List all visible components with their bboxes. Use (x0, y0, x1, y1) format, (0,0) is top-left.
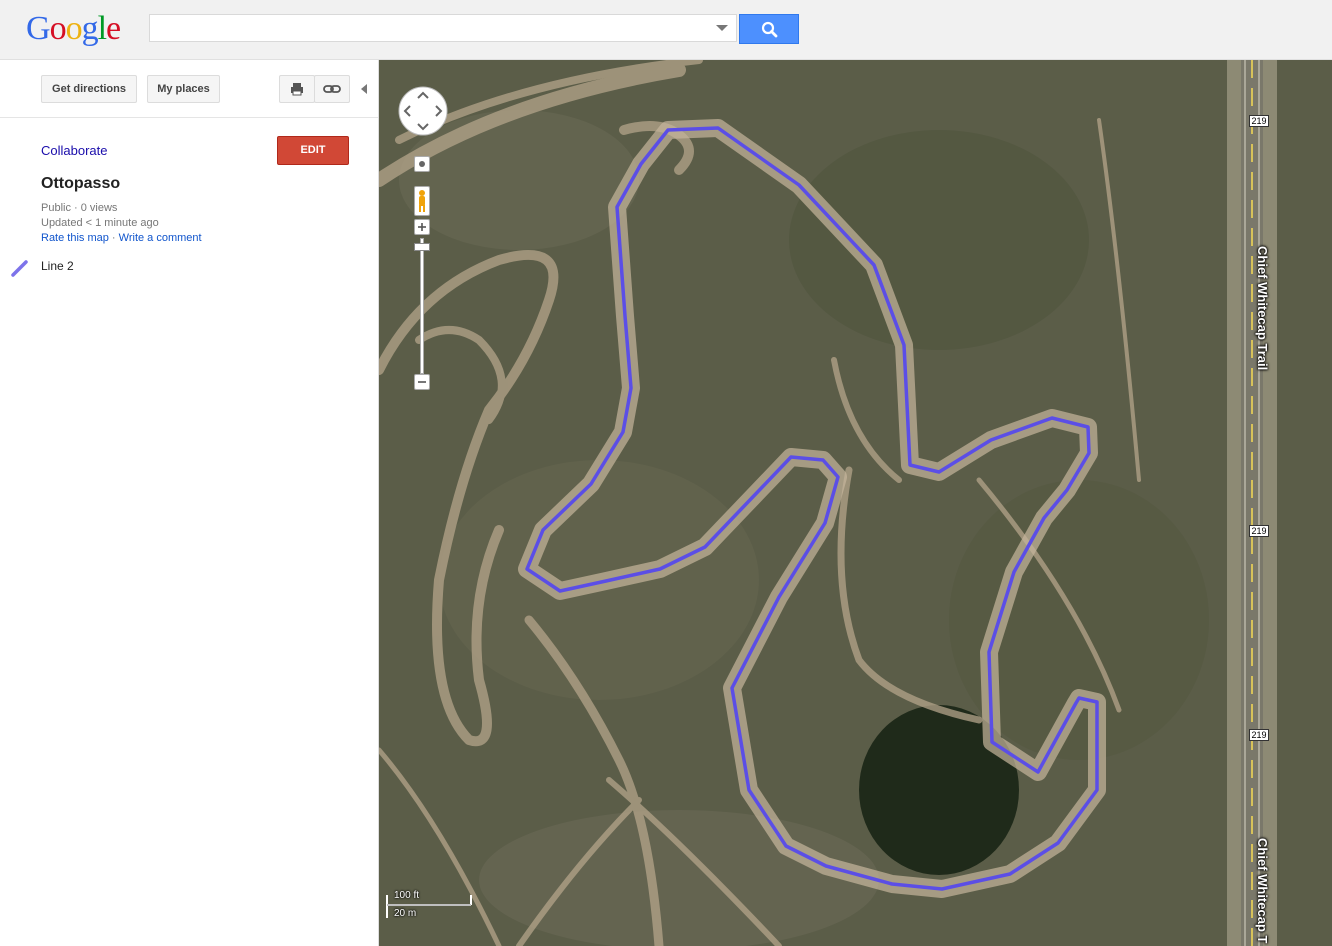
rate-map-link[interactable]: Rate this map (41, 232, 109, 244)
logo-letter: l (97, 10, 108, 47)
sidebar: Get directions My places Collaborate EDI… (0, 60, 379, 946)
collapse-panel-icon[interactable] (361, 84, 367, 94)
center-icon (419, 161, 425, 167)
top-bar: Google (0, 0, 1332, 60)
logo-letter: o (49, 10, 67, 47)
map-actions: Rate this map · Write a comment (41, 232, 202, 244)
link-button[interactable] (314, 75, 350, 103)
pan-arrows-icon (398, 86, 448, 136)
map-canvas[interactable]: 100 ft 20 m 219 219 219 Chief Whitecap T… (379, 60, 1332, 946)
road-label: Chief Whitecap T (1255, 838, 1270, 944)
updated-timestamp: Updated < 1 minute ago (41, 217, 159, 229)
search-icon (761, 21, 778, 38)
zoom-slider-track[interactable] (420, 238, 424, 374)
scale-meters: 20 m (394, 908, 417, 919)
map-title: Ottopasso (41, 175, 121, 192)
line-label: Line 2 (41, 259, 74, 273)
scale-bar: 100 ft 20 m (386, 888, 476, 920)
separator: · (108, 232, 119, 244)
scale-feet: 100 ft (394, 890, 420, 901)
divider (0, 117, 378, 118)
road-label: Chief Whitecap Trail (1255, 246, 1270, 371)
line-icon (11, 260, 28, 277)
center-map-button[interactable] (414, 156, 430, 172)
collaborate-link[interactable]: Collaborate (41, 143, 108, 158)
highway-shield: 219 (1249, 729, 1269, 741)
zoom-out-button[interactable] (414, 374, 430, 390)
highway-shield: 219 (1249, 115, 1269, 127)
write-comment-link[interactable]: Write a comment (119, 232, 202, 244)
highway-road (1241, 60, 1263, 946)
visibility-status: Public · 0 views (41, 202, 118, 214)
search-button[interactable] (739, 14, 799, 44)
zoom-slider-handle[interactable] (414, 243, 430, 251)
print-button[interactable] (279, 75, 315, 103)
pan-control[interactable] (398, 86, 448, 136)
my-places-button[interactable]: My places (147, 75, 220, 103)
edit-button[interactable]: EDIT (277, 136, 349, 165)
plus-icon (418, 223, 426, 231)
logo-letter: g (81, 10, 99, 47)
street-view-pegman[interactable] (414, 186, 430, 216)
zoom-in-button[interactable] (414, 219, 430, 235)
link-icon (323, 85, 341, 93)
minus-icon (418, 381, 426, 383)
print-icon (291, 83, 303, 96)
satellite-imagery (379, 60, 1332, 946)
search-input[interactable] (149, 14, 737, 42)
logo-letter: e (106, 10, 121, 47)
search-dropdown-icon[interactable] (716, 25, 728, 31)
logo-letter: o (65, 10, 83, 47)
highway-shield: 219 (1249, 525, 1269, 537)
pegman-icon (419, 190, 425, 212)
get-directions-button[interactable]: Get directions (41, 75, 137, 103)
google-logo[interactable]: Google (26, 10, 121, 48)
logo-letter: G (26, 10, 51, 47)
